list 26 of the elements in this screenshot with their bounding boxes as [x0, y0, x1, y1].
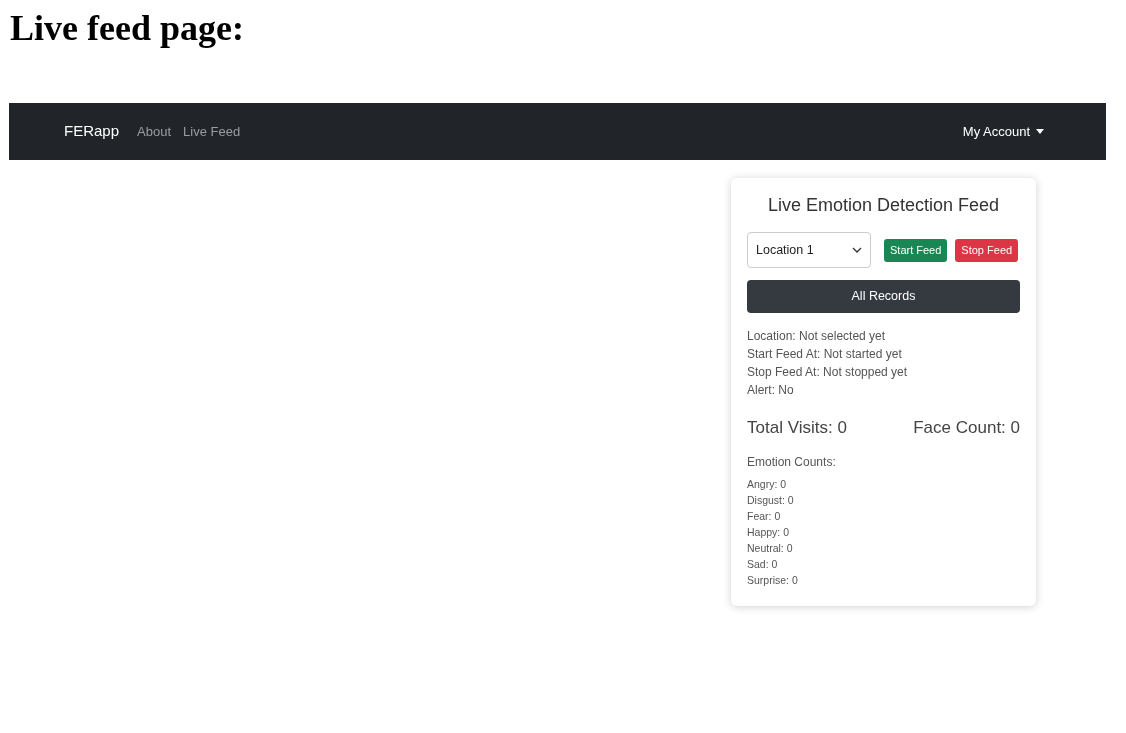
location-select[interactable]: Location 1 [747, 232, 871, 268]
info-line: Start Feed At: Not started yet [747, 346, 903, 362]
account-dropdown[interactable]: My Account [962, 121, 1044, 142]
info-line: Alert: No [747, 382, 795, 398]
brand-link[interactable]: FERapp [64, 120, 120, 143]
emotion-count: Fear: 0 [747, 508, 782, 524]
nav-link[interactable]: About [137, 121, 171, 142]
emotion-count: Angry: 0 [747, 476, 788, 492]
emotion-count: Surprise: 0 [747, 572, 799, 588]
nav-link[interactable]: Live Feed [183, 121, 241, 142]
emotion-count: Neutral: 0 [747, 540, 794, 556]
stop-feed-button[interactable]: Stop Feed [955, 238, 1019, 262]
info-line: Location: Not selected yet [747, 328, 887, 344]
all-records-button[interactable]: All Records [747, 280, 1020, 313]
emotion-count: Sad: 0 [747, 556, 779, 572]
total-visits: Total Visits: 0 [747, 417, 847, 439]
chevron-icon [852, 247, 862, 253]
face-count: Face Count: 0 [913, 417, 1020, 439]
caret-icon [1036, 129, 1044, 134]
start-feed-button[interactable]: Start Feed [884, 238, 948, 262]
card-title: Live Emotion Detection Feed [766, 194, 1001, 217]
page-heading: Live feed page: [9, 7, 244, 48]
emotion-count: Happy: 0 [747, 524, 791, 540]
emotion-count: Disgust: 0 [747, 492, 795, 508]
emotion-counts-heading: Emotion Counts: [747, 453, 837, 471]
info-line: Stop Feed At: Not stopped yet [747, 364, 909, 380]
